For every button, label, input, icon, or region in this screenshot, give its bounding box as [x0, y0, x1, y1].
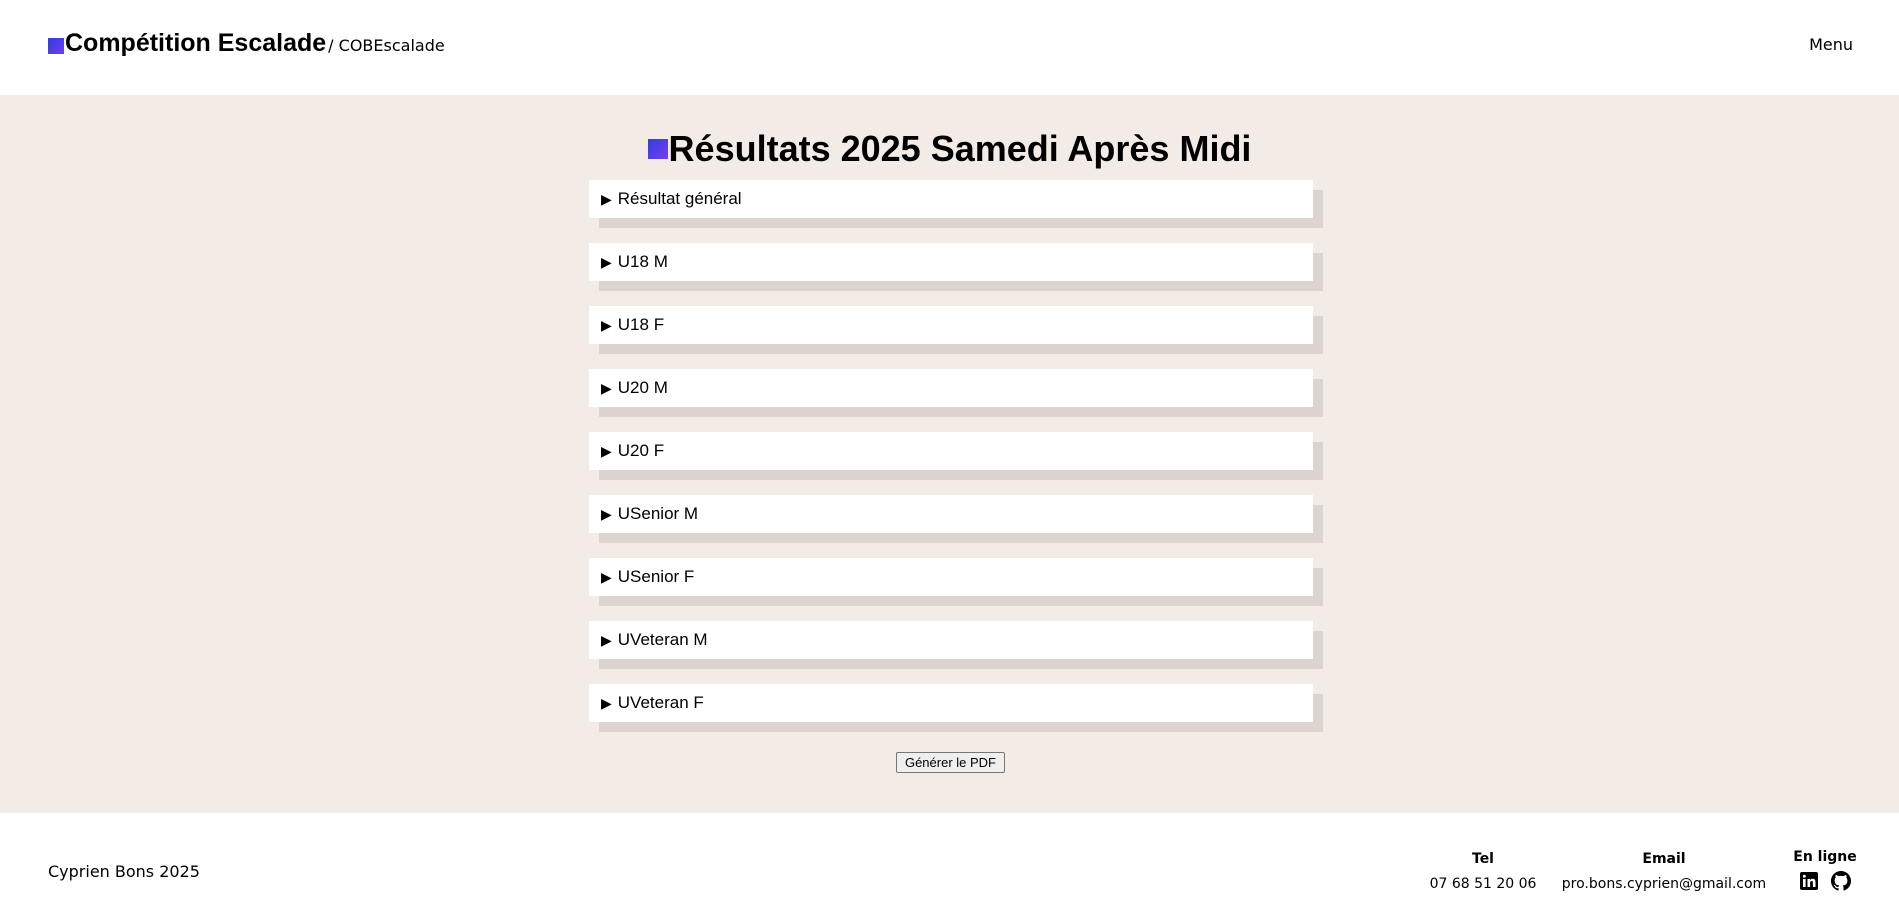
brand[interactable]: Compétition Escalade / COBEscalade	[48, 29, 445, 58]
section-resultat-general: ▶ Résultat général	[589, 180, 1323, 243]
title-square-icon	[647, 139, 668, 159]
triangle-right-icon: ▶	[601, 694, 612, 711]
section-label: Résultat général	[617, 189, 742, 208]
triangle-right-icon: ▶	[601, 631, 612, 648]
section-toggle[interactable]: ▶ Résultat général	[589, 180, 1313, 218]
brand-subtitle: / COBEscalade	[328, 36, 445, 55]
social-links	[1792, 871, 1858, 891]
section-label: U20 M	[617, 378, 668, 397]
page-title-text: Résultats 2025 Samedi Après Midi	[668, 128, 1252, 169]
tel-value[interactable]: 07 68 51 20 06	[1425, 876, 1541, 892]
triangle-right-icon: ▶	[601, 442, 612, 459]
triangle-right-icon: ▶	[601, 568, 612, 585]
main-content: Résultats 2025 Samedi Après Midi ▶ Résult…	[0, 95, 1899, 813]
email-label: Email	[1642, 851, 1686, 867]
site-footer: Cyprien Bons 2025 Tel 07 68 51 20 06 Ema…	[0, 813, 1899, 902]
generate-pdf-button[interactable]: Générer le PDF	[896, 752, 1005, 773]
footer-email: Email pro.bons.cyprien@gmail.com	[1555, 851, 1773, 892]
section-toggle[interactable]: ▶ U18 M	[589, 243, 1313, 281]
copyright-text: Cyprien Bons 2025	[48, 862, 200, 881]
brand-logo-square	[48, 37, 64, 54]
menu-button[interactable]: Menu	[1809, 35, 1853, 54]
section-label: U18 F	[617, 315, 665, 334]
section-usenior-m: ▶ USenior M	[589, 495, 1323, 558]
site-header: Compétition Escalade / COBEscalade Menu	[0, 0, 1899, 95]
triangle-right-icon: ▶	[601, 253, 612, 270]
section-label: U20 F	[617, 441, 665, 460]
section-label: UVeteran F	[617, 693, 704, 712]
linkedin-icon[interactable]	[1799, 871, 1819, 891]
triangle-right-icon: ▶	[601, 316, 612, 333]
section-u20-f: ▶ U20 F	[589, 432, 1323, 495]
results-sections: ▶ Résultat général ▶ U18 M ▶ U18 F ▶ U20 M ▶…	[589, 180, 1323, 747]
section-usenior-f: ▶ USenior F	[589, 558, 1323, 621]
footer-online: En ligne	[1792, 849, 1858, 891]
section-toggle[interactable]: ▶ U20 F	[589, 432, 1313, 470]
triangle-right-icon: ▶	[601, 505, 612, 522]
email-value[interactable]: pro.bons.cyprien@gmail.com	[1555, 876, 1773, 892]
section-toggle[interactable]: ▶ UVeteran M	[589, 621, 1313, 659]
triangle-right-icon: ▶	[601, 379, 612, 396]
brand-title: Compétition Escalade	[65, 29, 327, 57]
github-icon[interactable]	[1831, 871, 1851, 891]
section-uveteran-f: ▶ UVeteran F	[589, 684, 1323, 747]
page-title: Résultats 2025 Samedi Après Midi	[0, 128, 1899, 170]
section-toggle[interactable]: ▶ USenior M	[589, 495, 1313, 533]
tel-label: Tel	[1472, 851, 1494, 867]
online-label: En ligne	[1793, 849, 1857, 865]
section-toggle[interactable]: ▶ UVeteran F	[589, 684, 1313, 722]
section-label: UVeteran M	[617, 630, 708, 649]
section-label: USenior F	[617, 567, 695, 586]
section-u20-m: ▶ U20 M	[589, 369, 1323, 432]
section-u18-f: ▶ U18 F	[589, 306, 1323, 369]
footer-tel: Tel 07 68 51 20 06	[1425, 851, 1541, 892]
section-label: U18 M	[617, 252, 668, 271]
section-toggle[interactable]: ▶ U20 M	[589, 369, 1313, 407]
triangle-right-icon: ▶	[601, 190, 612, 207]
section-u18-m: ▶ U18 M	[589, 243, 1323, 306]
section-label: USenior M	[617, 504, 699, 523]
section-toggle[interactable]: ▶ U18 F	[589, 306, 1313, 344]
section-toggle[interactable]: ▶ USenior F	[589, 558, 1313, 596]
section-uveteran-m: ▶ UVeteran M	[589, 621, 1323, 684]
